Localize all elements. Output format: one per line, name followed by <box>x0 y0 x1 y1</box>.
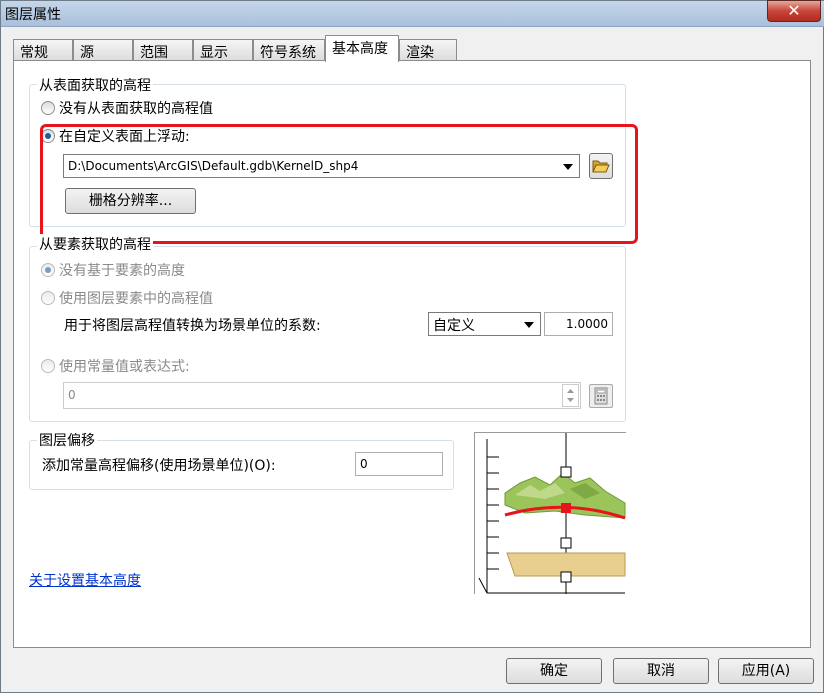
offset-input[interactable]: 0 <box>355 452 443 476</box>
radio-layer-elevation[interactable]: 使用图层要素中的高程值 <box>41 288 213 308</box>
conversion-unit-select[interactable]: 自定义 <box>428 312 541 336</box>
tab-symbology[interactable]: 符号系统 <box>253 39 325 61</box>
window-title: 图层属性 <box>5 7 61 23</box>
surface-group-title: 从表面获取的高程 <box>37 75 153 95</box>
tab-extent[interactable]: 范围 <box>133 39 193 61</box>
ok-button[interactable]: 确定 <box>506 658 602 684</box>
tab-rendering[interactable]: 渲染 <box>399 39 457 61</box>
offset-group-title: 图层偏移 <box>37 430 97 450</box>
expression-spinner[interactable] <box>562 384 579 407</box>
calculator-icon <box>594 387 608 405</box>
chevron-down-icon <box>524 322 534 328</box>
conversion-unit-value: 自定义 <box>433 318 475 334</box>
cancel-button[interactable]: 取消 <box>613 658 709 684</box>
conversion-factor-label: 用于将图层高程值转换为场景单位的系数: <box>64 318 321 334</box>
radio-label: 没有基于要素的高度 <box>59 263 185 279</box>
tab-display[interactable]: 显示 <box>193 39 253 61</box>
title-bar[interactable]: 图层属性 ✕ <box>1 0 824 27</box>
base-height-preview <box>474 432 626 594</box>
radio-button[interactable] <box>41 359 55 373</box>
radio-no-feature-height[interactable]: 没有基于要素的高度 <box>41 260 185 280</box>
radio-constant-expression[interactable]: 使用常量值或表达式: <box>41 356 190 376</box>
radio-label: 没有从表面获取的高程值 <box>59 101 213 117</box>
close-button[interactable]: ✕ <box>767 0 821 22</box>
feature-group-title: 从要素获取的高程 <box>37 234 153 254</box>
spinner-arrows-icon <box>567 389 574 402</box>
radio-button[interactable] <box>41 101 55 115</box>
close-icon: ✕ <box>787 1 801 20</box>
radio-label: 使用图层要素中的高程值 <box>59 291 213 307</box>
offset-label: 添加常量高程偏移(使用场景单位)(O): <box>42 458 276 474</box>
highlight-annotation <box>40 124 638 244</box>
tab-base-heights[interactable]: 基本高度 <box>325 35 399 62</box>
expression-value: 0 <box>68 388 76 402</box>
expression-calculator-button[interactable] <box>589 384 613 408</box>
radio-no-surface[interactable]: 没有从表面获取的高程值 <box>41 98 213 118</box>
layer-properties-dialog: 图层属性 ✕ 常规 源 范围 显示 符号系统 基本高度 渲染 从表面获取的高程 … <box>0 0 824 693</box>
tab-source[interactable]: 源 <box>73 39 133 61</box>
tab-general[interactable]: 常规 <box>13 39 73 61</box>
radio-button-selected[interactable] <box>41 263 55 277</box>
terrain-preview-illustration <box>478 433 626 594</box>
radio-label: 使用常量值或表达式: <box>59 359 190 375</box>
conversion-factor-input[interactable]: 1.0000 <box>544 312 613 336</box>
base-heights-help-link[interactable]: 关于设置基本高度 <box>29 570 141 590</box>
expression-input[interactable]: 0 <box>63 382 581 409</box>
radio-button[interactable] <box>41 291 55 305</box>
apply-button[interactable]: 应用(A) <box>718 658 814 684</box>
